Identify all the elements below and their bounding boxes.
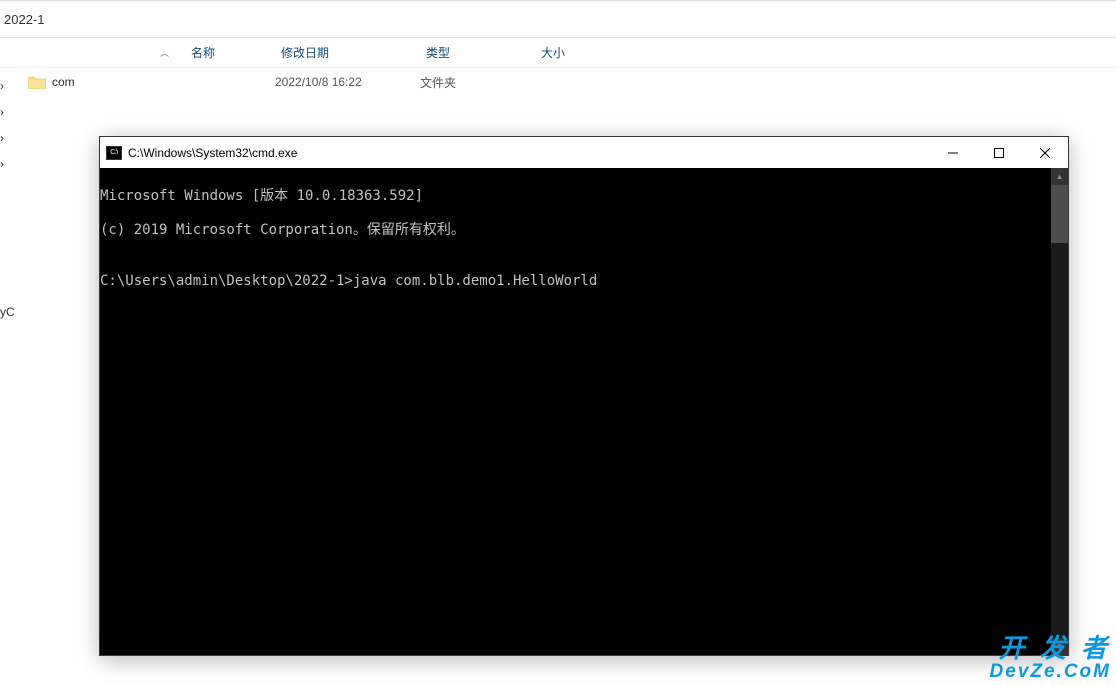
cmd-title-left: C:\Windows\System32\cmd.exe [100, 146, 297, 160]
minimize-icon [948, 148, 958, 158]
cmd-body-wrap: Microsoft Windows [版本 10.0.18363.592] (c… [100, 168, 1068, 655]
folder-name: 2022-1 [4, 12, 44, 27]
close-button[interactable] [1022, 137, 1068, 168]
cmd-app-icon [106, 146, 122, 160]
column-header-size[interactable]: 大小 [535, 44, 655, 61]
scrollbar-thumb[interactable] [1051, 185, 1068, 243]
watermark-line2: DevZe.CoM [990, 662, 1111, 682]
file-date: 2022/10/8 16:22 [275, 75, 420, 89]
cmd-title-text: C:\Windows\System32\cmd.exe [128, 146, 297, 160]
cmd-output-line: (c) 2019 Microsoft Corporation。保留所有权利。 [100, 222, 1051, 239]
file-row[interactable]: com 2022/10/8 16:22 文件夹 [0, 68, 1116, 96]
file-name: com [52, 75, 75, 89]
scrollbar-up-arrow[interactable]: ▲ [1051, 168, 1068, 185]
cmd-titlebar[interactable]: C:\Windows\System32\cmd.exe [100, 137, 1068, 168]
scrollbar-down-arrow[interactable]: ▼ [1051, 638, 1068, 655]
maximize-button[interactable] [976, 137, 1022, 168]
scrollbar-track[interactable] [1051, 243, 1068, 638]
file-type: 文件夹 [420, 74, 535, 91]
minimize-button[interactable] [930, 137, 976, 168]
cmd-window: C:\Windows\System32\cmd.exe Microsoft Wi… [99, 136, 1069, 656]
column-headers: ︿ 名称 修改日期 类型 大小 [0, 38, 1116, 68]
cmd-prompt-line: C:\Users\admin\Desktop\2022-1>java com.b… [100, 273, 1051, 290]
left-sidebar-fragment-marks: ›››› [0, 73, 12, 177]
column-header-name[interactable]: 名称 [185, 44, 275, 61]
close-icon [1040, 148, 1050, 158]
cmd-scrollbar[interactable]: ▲ ▼ [1051, 168, 1068, 655]
column-header-date[interactable]: 修改日期 [275, 44, 420, 61]
cmd-body[interactable]: Microsoft Windows [版本 10.0.18363.592] (c… [100, 168, 1051, 655]
sort-indicator-area[interactable]: ︿ [20, 46, 185, 59]
folder-icon [28, 75, 46, 89]
column-header-type[interactable]: 类型 [420, 44, 535, 61]
window-controls [930, 137, 1068, 168]
maximize-icon [994, 148, 1004, 158]
file-name-cell: com [0, 75, 275, 89]
left-sidebar-fragment: yC [0, 305, 15, 319]
folder-path-bar: 2022-1 [0, 0, 1116, 38]
cmd-output-line: Microsoft Windows [版本 10.0.18363.592] [100, 188, 1051, 205]
sort-arrow-icon: ︿ [160, 46, 169, 59]
